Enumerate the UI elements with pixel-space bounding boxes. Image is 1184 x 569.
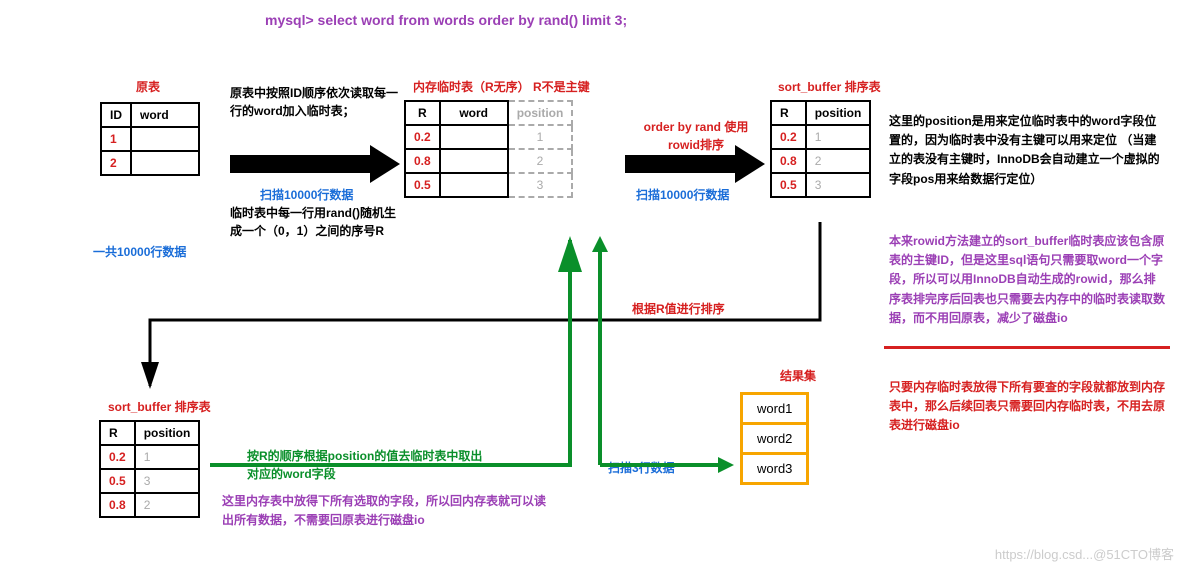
col-r: R [405,101,440,125]
cell: 0.5 [100,469,135,493]
result-row: word1 [740,392,809,425]
cell: 3 [508,173,573,197]
cell: 2 [806,149,871,173]
step3-note: 这里内存表中放得下所有选取的字段，所以回内存表就可以读出所有数据，不需要回原表进… [222,492,552,530]
cell: 1 [135,445,200,469]
step3-desc: 按R的顺序根据position的值去临时表中取出对应的word字段 [247,447,487,483]
temp-table: R word position 0.2 1 0.8 2 0.5 3 [404,100,573,198]
cell: 0.8 [405,149,440,173]
watermark: https://blog.csd...@51CTO博客 [995,544,1174,563]
col-r: R [771,101,806,125]
cell: 0.2 [771,125,806,149]
cell [131,127,199,151]
step1-desc: 原表中按照ID顺序依次读取每一行的word加入临时表； [230,84,400,120]
sortbuf1-title: sort_buffer 排序表 [778,78,881,95]
step2-sortnote: 根据R值进行排序 [632,300,725,317]
step2-desc: order by rand 使用rowid排序 [636,118,756,154]
note2-underline [884,346,1170,349]
col-word: word [131,103,199,127]
sql-statement: mysql> select word from words order by r… [265,12,627,28]
original-table: IDword 1 2 [100,102,200,176]
note2: 本来rowid方法建立的sort_buffer临时表应该包含原表的主键ID，但是… [889,232,1167,328]
cell: 2 [135,493,200,517]
col-word: word [440,101,508,125]
col-position: position [806,101,871,125]
sortbuf1-table: Rposition 0.21 0.82 0.53 [770,100,871,198]
result-set: word1 word2 word3 [740,392,809,482]
cell [440,125,508,149]
temp-table-title: 内存临时表（R无序） R不是主键 [413,78,590,95]
original-table-caption: 一共10000行数据 [93,243,186,260]
cell: 0.8 [100,493,135,517]
note3: 只要内存临时表放得下所有要查的字段就都放到内存表中，那么后续回表只需要回内存临时… [889,378,1167,436]
cell [440,173,508,197]
cell: 1 [508,125,573,149]
sortbuf2-title: sort_buffer 排序表 [108,398,211,415]
note1: 这里的position是用来定位临时表中的word字段位置的，因为临时表中没有主… [889,112,1167,189]
result-title: 结果集 [780,367,816,384]
step1-rand: 临时表中每一行用rand()随机生成一个（0，1）之间的序号R [230,204,400,240]
step3-scan: 扫描3行数据 [608,459,675,476]
col-id: ID [101,103,131,127]
step2-scan: 扫描10000行数据 [636,186,729,203]
col-r: R [100,421,135,445]
cell: 0.2 [100,445,135,469]
cell: 1 [101,127,131,151]
col-position: position [508,101,573,125]
cell: 1 [806,125,871,149]
step1-scan: 扫描10000行数据 [260,186,353,203]
cell [131,151,199,175]
cell: 0.8 [771,149,806,173]
cell: 0.5 [771,173,806,197]
col-position: position [135,421,200,445]
cell: 3 [135,469,200,493]
cell: 3 [806,173,871,197]
sortbuf2-table: Rposition 0.21 0.53 0.82 [99,420,200,518]
result-row: word2 [740,422,809,455]
cell: 0.2 [405,125,440,149]
original-table-title: 原表 [136,78,160,95]
cell [440,149,508,173]
cell: 0.5 [405,173,440,197]
cell: 2 [508,149,573,173]
cell: 2 [101,151,131,175]
result-row: word3 [740,452,809,485]
